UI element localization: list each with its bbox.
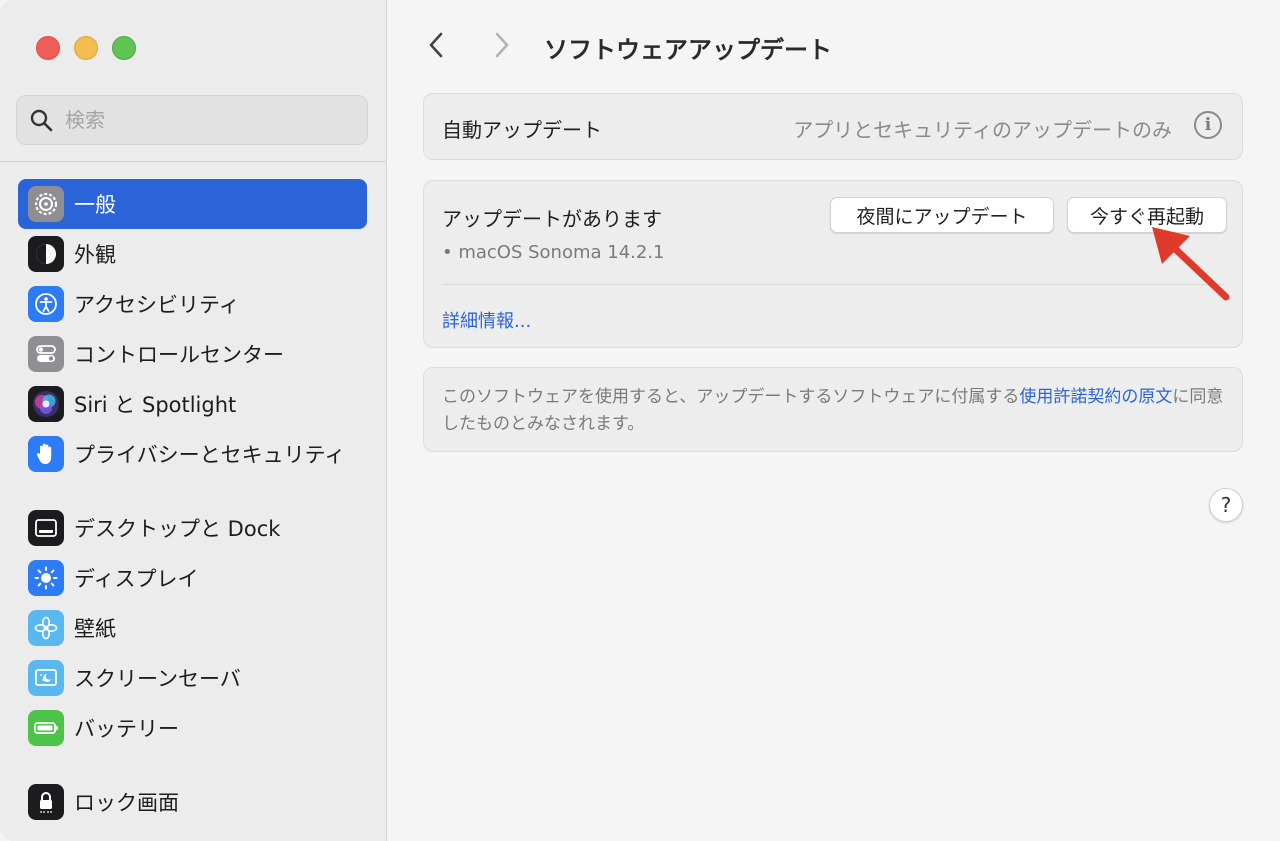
siri-icon	[28, 386, 64, 422]
sidebar-item-general[interactable]: 一般	[18, 179, 367, 229]
more-info-link[interactable]: 詳細情報...	[442, 307, 531, 333]
sidebar-item-screensaver[interactable]: スクリーンセーバ	[18, 653, 367, 703]
lock-icon	[28, 784, 64, 820]
dock-icon	[28, 510, 64, 546]
accessibility-icon	[28, 286, 64, 322]
sidebar-item-label: ロック画面	[74, 791, 179, 815]
brightness-icon	[28, 560, 64, 596]
sidebar-item-control-center[interactable]: コントロールセンター	[18, 329, 367, 379]
sidebar: 一般 外観	[0, 0, 387, 841]
sidebar-item-displays[interactable]: ディスプレイ	[18, 553, 367, 603]
toolbar: ソフトウェアアップデート	[387, 0, 1280, 90]
auto-update-value: アプリとセキュリティのアップデートのみ	[793, 118, 1172, 142]
sidebar-item-wallpaper[interactable]: 壁紙	[18, 603, 367, 653]
search-input[interactable]	[63, 107, 347, 133]
search-icon	[30, 109, 53, 132]
sidebar-item-label: プライバシーとセキュリティ	[74, 443, 346, 467]
update-tonight-button[interactable]: 夜間にアップデート	[830, 197, 1054, 233]
gear-icon	[28, 186, 64, 222]
appearance-icon	[28, 236, 64, 272]
sidebar-item-label: コントロールセンター	[74, 343, 284, 367]
sidebar-item-label: スクリーンセーバ	[74, 667, 241, 691]
auto-update-row: 自動アップデート アプリとセキュリティのアップデートのみ i	[423, 93, 1243, 160]
screensaver-icon	[28, 660, 64, 696]
flower-icon	[28, 610, 64, 646]
settings-window: 一般 外観	[0, 0, 1280, 841]
info-button[interactable]: i	[1194, 111, 1222, 139]
sidebar-item-lock-screen[interactable]: ロック画面	[18, 777, 367, 827]
help-icon: ?	[1220, 493, 1232, 517]
back-button[interactable]	[421, 30, 451, 60]
battery-icon	[28, 710, 64, 746]
sidebar-item-label: ディスプレイ	[74, 567, 199, 591]
info-icon: i	[1204, 115, 1212, 135]
forward-button[interactable]	[487, 30, 517, 60]
hand-icon	[28, 436, 64, 472]
card-divider	[442, 284, 1224, 285]
sidebar-item-privacy-security[interactable]: プライバシーとセキュリティ	[18, 429, 367, 479]
update-item: • macOS Sonoma 14.2.1	[442, 242, 665, 263]
sidebar-item-desktop-dock[interactable]: デスクトップと Dock	[18, 503, 367, 553]
close-window-button[interactable]	[36, 36, 60, 60]
update-available-card: アップデートがあります 夜間にアップデート 今すぐ再起動 • macOS Son…	[423, 180, 1243, 348]
license-agreement-link[interactable]: 使用許諾契約の原文	[1019, 387, 1172, 407]
sidebar-item-label: 外観	[74, 243, 116, 267]
sidebar-item-label: Siri と Spotlight	[74, 393, 237, 417]
window-controls	[36, 36, 136, 60]
sidebar-item-label: バッテリー	[74, 717, 179, 741]
zoom-window-button[interactable]	[112, 36, 136, 60]
sidebar-item-battery[interactable]: バッテリー	[18, 703, 367, 753]
minimize-window-button[interactable]	[74, 36, 98, 60]
sidebar-item-label: デスクトップと Dock	[74, 517, 281, 541]
sidebar-item-accessibility[interactable]: アクセシビリティ	[18, 279, 367, 329]
sidebar-item-siri-spotlight[interactable]: Siri と Spotlight	[18, 379, 367, 429]
license-card: このソフトウェアを使用すると、アップデートするソフトウェアに付属する使用許諾契約…	[423, 367, 1243, 452]
annotation-arrow-icon	[1152, 227, 1230, 301]
auto-update-label: 自動アップデート	[442, 118, 602, 142]
sidebar-item-label: アクセシビリティ	[74, 293, 240, 317]
search-field[interactable]	[16, 95, 368, 145]
sidebar-item-label: 壁紙	[74, 617, 116, 641]
chevron-right-icon	[495, 32, 509, 58]
main-pane: ソフトウェアアップデート 自動アップデート アプリとセキュリティのアップデートの…	[387, 0, 1280, 841]
license-text: このソフトウェアを使用すると、アップデートするソフトウェアに付属する使用許諾契約…	[442, 384, 1232, 438]
license-text-before: このソフトウェアを使用すると、アップデートするソフトウェアに付属する	[442, 387, 1020, 407]
sidebar-item-label: 一般	[74, 193, 116, 217]
control-center-icon	[28, 336, 64, 372]
sidebar-item-appearance[interactable]: 外観	[18, 229, 367, 279]
chevron-left-icon	[429, 32, 443, 58]
page-title: ソフトウェアアップデート	[544, 36, 832, 64]
update-available-title: アップデートがあります	[442, 207, 662, 231]
help-button[interactable]: ?	[1209, 488, 1243, 522]
sidebar-divider	[0, 161, 386, 162]
